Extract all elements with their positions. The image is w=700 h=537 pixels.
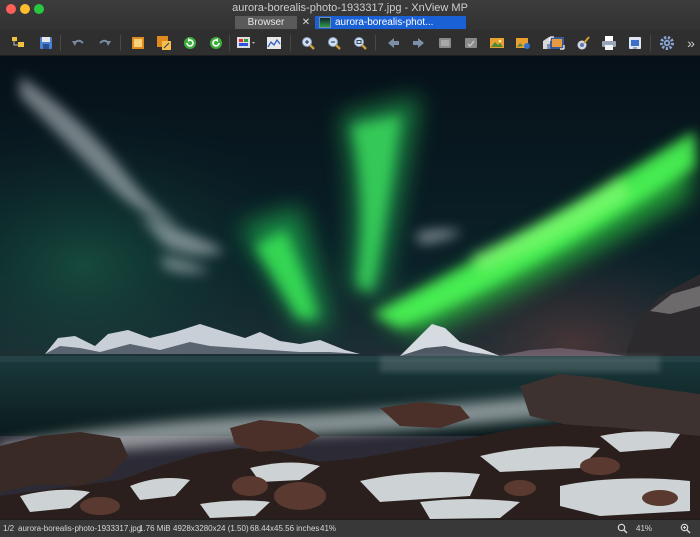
zoom-in-icon[interactable] bbox=[299, 34, 317, 52]
tab-browser[interactable]: Browser bbox=[235, 16, 297, 29]
status-zoom-value[interactable]: 41% bbox=[636, 520, 652, 537]
status-bar: 1/2 aurora-borealis-photo-1933317.jpg 1.… bbox=[0, 519, 700, 537]
image-view-icon[interactable] bbox=[488, 34, 506, 52]
status-zoom: 41% bbox=[320, 524, 337, 533]
toolbar: » bbox=[0, 30, 700, 56]
zoom-out-icon[interactable] bbox=[325, 34, 343, 52]
set-wallpaper-icon[interactable] bbox=[626, 34, 644, 52]
image-info-icon[interactable] bbox=[514, 34, 532, 52]
status-dimensions: 4928x3280x24 (1.50) bbox=[173, 524, 249, 533]
image-first-icon[interactable] bbox=[436, 34, 454, 52]
browse-folder-icon[interactable] bbox=[10, 34, 28, 52]
settings-icon[interactable] bbox=[658, 34, 676, 52]
image-viewer[interactable] bbox=[0, 56, 700, 519]
status-zoom-icon[interactable] bbox=[617, 523, 628, 537]
tab-photo[interactable]: aurora-borealis-phot... bbox=[315, 16, 466, 29]
status-print-size: 68.44x45.56 inches bbox=[250, 524, 320, 533]
slideshow-icon[interactable] bbox=[574, 34, 592, 52]
crop-icon[interactable] bbox=[129, 34, 147, 52]
more-icon[interactable]: » bbox=[682, 34, 700, 52]
image-last-icon[interactable] bbox=[462, 34, 480, 52]
previous-icon[interactable] bbox=[384, 34, 402, 52]
fullscreen-icon[interactable] bbox=[548, 34, 566, 52]
status-position: 1/2 bbox=[3, 524, 15, 533]
adjust-colors-icon[interactable] bbox=[236, 34, 258, 52]
undo-icon[interactable] bbox=[69, 34, 87, 52]
tab-close-icon[interactable]: ✕ bbox=[299, 16, 313, 29]
rotate-right-icon[interactable] bbox=[207, 34, 225, 52]
tab-thumbnail-icon bbox=[319, 17, 331, 28]
redo-icon[interactable] bbox=[96, 34, 114, 52]
title-bar: aurora-borealis-photo-1933317.jpg - XnVi… bbox=[0, 0, 700, 30]
status-filesize: 1.76 MiB bbox=[139, 524, 171, 533]
rotate-left-icon[interactable] bbox=[181, 34, 199, 52]
save-icon[interactable] bbox=[37, 34, 55, 52]
next-icon[interactable] bbox=[410, 34, 428, 52]
print-icon[interactable] bbox=[600, 34, 618, 52]
zoom-fit-icon[interactable] bbox=[351, 34, 369, 52]
window-title: aurora-borealis-photo-1933317.jpg - XnVi… bbox=[232, 2, 468, 14]
status-zoom-in-icon[interactable] bbox=[680, 523, 691, 537]
histogram-icon[interactable] bbox=[265, 34, 283, 52]
aurora-photo bbox=[0, 56, 700, 519]
status-filename: aurora-borealis-photo-1933317.jpg bbox=[18, 524, 142, 533]
resize-icon[interactable] bbox=[155, 34, 173, 52]
